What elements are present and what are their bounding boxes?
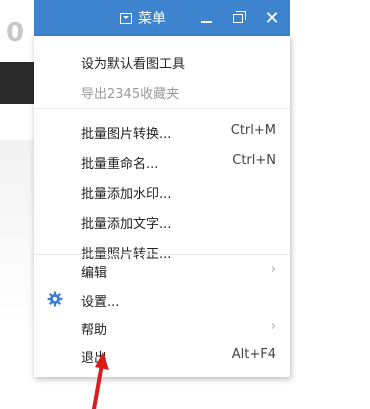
restore-button[interactable] [226, 6, 250, 30]
menu-item-label: 批量添加水印... [81, 187, 172, 202]
menu-item-label: 批量图片转换... [81, 127, 172, 142]
close-icon: ✕ [264, 7, 280, 29]
minimize-button[interactable] [194, 6, 218, 30]
menu-item-label: 帮助 [81, 323, 108, 338]
menu-item-exit[interactable]: 退出 Alt+F4 [34, 340, 290, 370]
menu-item-shortcut: Ctrl+N [232, 153, 276, 168]
minimize-icon [200, 20, 212, 23]
background-panel-fragment [0, 140, 34, 330]
menu-item-shortcut: Alt+F4 [231, 347, 276, 362]
chevron-right-icon: › [270, 319, 276, 334]
close-button[interactable]: ✕ [260, 6, 284, 30]
menu-button-label: 菜单 [138, 11, 166, 27]
menu-separator [34, 108, 290, 109]
menu-item-batch-convert[interactable]: 批量图片转换... Ctrl+M [34, 116, 290, 146]
menu-item-edit[interactable]: 编辑 › [34, 255, 290, 285]
restore-icon [233, 10, 246, 23]
background-image-fragment [0, 62, 34, 104]
menu-item-label: 设为默认看图工具 [81, 57, 186, 72]
gear-icon [47, 291, 63, 307]
menu-item-batch-watermark[interactable]: 批量添加水印... [34, 176, 290, 206]
title-bar: 菜单 ✕ [34, 0, 290, 36]
chevron-right-icon: › [270, 262, 276, 277]
menu-item-export-favorites: 导出2345收藏夹 [34, 76, 290, 106]
menu-item-label: 设置... [81, 295, 120, 310]
menu-dropdown-icon [120, 12, 132, 24]
red-arrow-annotation [92, 352, 109, 409]
background-window-edge: 0 [0, 0, 34, 409]
menu-item-batch-add-text[interactable]: 批量添加文字... [34, 206, 290, 236]
menu-item-settings[interactable]: 设置... [34, 284, 290, 314]
menu-item-label: 导出2345收藏夹 [81, 87, 180, 102]
menu-item-label: 编辑 [81, 266, 108, 281]
menu-item-label: 批量添加文字... [81, 217, 172, 232]
menu-item-label: 批量重命名... [81, 157, 159, 172]
menu-button[interactable]: 菜单 [114, 6, 172, 30]
dropdown-menu: 设为默认看图工具 导出2345收藏夹 批量图片转换... Ctrl+M 批量重命… [34, 36, 290, 377]
menu-item-set-default-viewer[interactable]: 设为默认看图工具 [34, 46, 290, 76]
menu-item-batch-rename[interactable]: 批量重命名... Ctrl+N [34, 146, 290, 176]
menu-item-help[interactable]: 帮助 › [34, 312, 290, 342]
menu-item-shortcut: Ctrl+M [230, 123, 276, 138]
background-fragment: 0 [6, 18, 25, 48]
